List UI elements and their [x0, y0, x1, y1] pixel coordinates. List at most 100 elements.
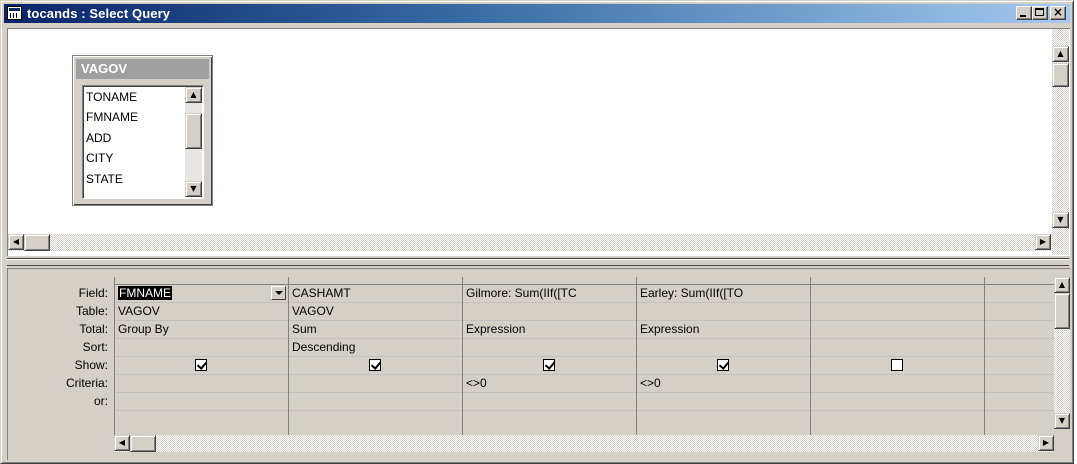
- show-checkbox[interactable]: [543, 359, 555, 371]
- field-listbox[interactable]: TONAME FMNAME ADD CITY STATE ▲ ▼: [82, 85, 204, 199]
- scroll-thumb[interactable]: [185, 113, 202, 149]
- row-label-table: Table:: [75, 304, 108, 318]
- sort-cell[interactable]: [637, 339, 810, 357]
- column-selector[interactable]: [985, 277, 1054, 285]
- show-cell[interactable]: [985, 357, 1054, 375]
- grid-column[interactable]: Earley: Sum(IIf([TO Expression <>0: [636, 277, 810, 437]
- show-cell[interactable]: [811, 357, 984, 375]
- criteria-cell[interactable]: [115, 375, 288, 393]
- or-cell[interactable]: [463, 393, 636, 411]
- scroll-right-button[interactable]: ▶: [1038, 435, 1054, 451]
- show-checkbox[interactable]: [369, 359, 381, 371]
- total-cell[interactable]: Expression: [463, 321, 636, 339]
- or-cell[interactable]: [115, 393, 288, 411]
- table-pane[interactable]: VAGOV TONAME FMNAME ADD CITY STATE ▲ ▼ ▲…: [7, 28, 1070, 256]
- sort-cell[interactable]: [811, 339, 984, 357]
- scroll-down-button[interactable]: ▼: [1052, 212, 1069, 228]
- minimize-button[interactable]: [1016, 6, 1032, 20]
- show-checkbox[interactable]: [717, 359, 729, 371]
- scroll-thumb[interactable]: [24, 234, 50, 251]
- grid-horizontal-scrollbar[interactable]: [114, 435, 1054, 452]
- table-cell[interactable]: VAGOV: [115, 303, 288, 321]
- show-checkbox[interactable]: [891, 359, 903, 371]
- sort-cell[interactable]: [115, 339, 288, 357]
- total-cell[interactable]: Sum: [289, 321, 462, 339]
- column-selector[interactable]: [289, 277, 462, 285]
- or-cell[interactable]: [289, 393, 462, 411]
- scroll-left-button[interactable]: ◀: [8, 234, 24, 250]
- field-list-title-bar[interactable]: VAGOV: [76, 59, 209, 79]
- table-cell[interactable]: [463, 303, 636, 321]
- title-bar[interactable]: tocands : Select Query ×: [4, 4, 1070, 23]
- total-cell[interactable]: [811, 321, 984, 339]
- row-label-sort: Sort:: [82, 340, 108, 354]
- table-cell[interactable]: VAGOV: [289, 303, 462, 321]
- criteria-cell[interactable]: <>0: [637, 375, 810, 393]
- criteria-cell[interactable]: [289, 375, 462, 393]
- field-list-item[interactable]: CITY: [86, 151, 113, 165]
- column-selector[interactable]: [463, 277, 636, 285]
- close-button[interactable]: ×: [1050, 5, 1066, 20]
- or-cell[interactable]: [811, 393, 984, 411]
- or-cell[interactable]: [985, 393, 1054, 411]
- column-selector[interactable]: [811, 277, 984, 285]
- show-cell[interactable]: [289, 357, 462, 375]
- dropdown-arrow-icon[interactable]: [271, 286, 286, 300]
- query-icon[interactable]: [7, 6, 22, 20]
- or-cell[interactable]: [637, 393, 810, 411]
- scroll-thumb[interactable]: [1052, 63, 1069, 87]
- table-cell[interactable]: [637, 303, 810, 321]
- design-grid-pane[interactable]: Field: Table: Total: Sort: Show: Criteri…: [7, 268, 1070, 460]
- table-cell[interactable]: [985, 303, 1054, 321]
- maximize-icon: [1035, 8, 1044, 16]
- field-cell[interactable]: [985, 285, 1054, 303]
- criteria-cell[interactable]: [811, 375, 984, 393]
- field-list-table-name: VAGOV: [81, 61, 127, 76]
- total-cell[interactable]: Expression: [637, 321, 810, 339]
- grid-column[interactable]: [810, 277, 984, 437]
- sort-cell[interactable]: Descending: [289, 339, 462, 357]
- column-selector[interactable]: [637, 277, 810, 285]
- criteria-cell[interactable]: <>0: [463, 375, 636, 393]
- scroll-down-button[interactable]: ▼: [185, 181, 202, 197]
- field-list-scrollbar[interactable]: ▲ ▼: [185, 87, 202, 197]
- field-list-window[interactable]: VAGOV TONAME FMNAME ADD CITY STATE ▲ ▼: [72, 55, 213, 206]
- show-cell[interactable]: [637, 357, 810, 375]
- scroll-right-button[interactable]: ▶: [1035, 234, 1051, 250]
- row-label-show: Show:: [74, 358, 108, 372]
- column-selector[interactable]: [115, 277, 288, 285]
- grid-column[interactable]: CASHAMT VAGOV Sum Descending: [288, 277, 462, 437]
- sort-cell[interactable]: [985, 339, 1054, 357]
- grid-column[interactable]: FMNAME VAGOV Group By: [114, 277, 288, 437]
- show-cell[interactable]: [463, 357, 636, 375]
- pane-splitter[interactable]: [7, 258, 1069, 266]
- grid-column[interactable]: [984, 277, 1054, 437]
- show-cell[interactable]: [115, 357, 288, 375]
- row-label-or: or:: [93, 394, 108, 408]
- field-cell[interactable]: FMNAME: [115, 285, 288, 303]
- scroll-thumb[interactable]: [1054, 293, 1070, 329]
- field-list-item[interactable]: TONAME: [86, 90, 137, 104]
- field-list-item[interactable]: ADD: [86, 131, 111, 145]
- field-cell[interactable]: Earley: Sum(IIf([TO: [637, 285, 810, 303]
- field-cell[interactable]: [811, 285, 984, 303]
- scroll-up-button[interactable]: ▲: [185, 87, 202, 103]
- criteria-cell[interactable]: [985, 375, 1054, 393]
- field-cell[interactable]: Gilmore: Sum(IIf([TC: [463, 285, 636, 303]
- maximize-button[interactable]: [1032, 6, 1048, 20]
- total-cell[interactable]: [985, 321, 1054, 339]
- table-pane-horizontal-scrollbar[interactable]: [8, 234, 1052, 251]
- field-list-item[interactable]: FMNAME: [86, 110, 138, 124]
- sort-cell[interactable]: [463, 339, 636, 357]
- scroll-up-button[interactable]: ▲: [1054, 277, 1070, 293]
- scroll-down-button[interactable]: ▼: [1054, 413, 1070, 429]
- scroll-up-button[interactable]: ▲: [1052, 46, 1069, 62]
- scroll-left-button[interactable]: ◀: [114, 435, 130, 451]
- table-cell[interactable]: [811, 303, 984, 321]
- field-list-item[interactable]: STATE: [86, 172, 123, 186]
- total-cell[interactable]: Group By: [115, 321, 288, 339]
- grid-column[interactable]: Gilmore: Sum(IIf([TC Expression <>0: [462, 277, 636, 437]
- show-checkbox[interactable]: [195, 359, 207, 371]
- field-cell[interactable]: CASHAMT: [289, 285, 462, 303]
- scroll-thumb[interactable]: [130, 435, 156, 452]
